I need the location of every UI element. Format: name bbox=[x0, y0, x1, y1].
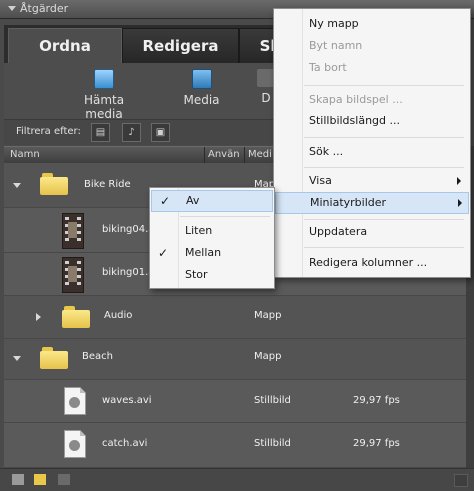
media-button[interactable]: Media bbox=[174, 69, 229, 107]
row-media-type: Mapp bbox=[254, 310, 282, 321]
trash-icon[interactable] bbox=[58, 474, 70, 485]
file-row-waves[interactable]: waves.avi Stillbild 29,97 fps bbox=[4, 380, 470, 423]
menu-item-new-folder[interactable]: Ny mapp bbox=[274, 14, 470, 34]
media-label: Media bbox=[183, 93, 220, 107]
row-name: biking04.a bbox=[102, 224, 155, 235]
folder-icon bbox=[62, 306, 90, 328]
column-used[interactable]: Använ bbox=[208, 149, 240, 160]
context-menu: Ny mapp Byt namn Ta bort Skapa bildspel … bbox=[273, 8, 471, 278]
checkmark-icon: ✓ bbox=[158, 246, 169, 260]
menu-item-delete[interactable]: Ta bort bbox=[274, 58, 470, 78]
media-icon bbox=[191, 69, 212, 89]
row-name: biking01.a bbox=[102, 267, 155, 278]
expand-triangle-icon[interactable] bbox=[13, 356, 21, 361]
row-media-type: Stillbild bbox=[254, 438, 291, 449]
folder-icon bbox=[40, 347, 68, 369]
column-name[interactable]: Namn bbox=[10, 149, 40, 160]
submenu-arrow-icon bbox=[457, 177, 461, 185]
menu-item-refresh[interactable]: Uppdatera bbox=[274, 222, 470, 242]
collapse-triangle-icon[interactable] bbox=[8, 6, 16, 11]
row-media-type: Stillbild bbox=[254, 395, 291, 406]
image-filter-icon[interactable]: ▣ bbox=[151, 123, 170, 142]
folder-row-audio[interactable]: Audio Mapp bbox=[4, 296, 470, 339]
still-image-icon bbox=[64, 387, 86, 415]
menu-item-edit-columns[interactable]: Redigera kolumner ... bbox=[274, 253, 470, 273]
tab-edit[interactable]: Redigera bbox=[122, 28, 239, 64]
row-name: catch.avi bbox=[102, 438, 148, 449]
get-media-label: Hämta media bbox=[83, 93, 125, 121]
menu-item-still-duration[interactable]: Stillbildslängd ... bbox=[274, 111, 470, 131]
menu-item-view[interactable]: Visa bbox=[274, 171, 470, 191]
audio-filter-icon[interactable]: ♪ bbox=[122, 123, 141, 142]
menu-item-create-slideshow[interactable]: Skapa bildspel ... bbox=[274, 90, 470, 110]
submenu-item-large[interactable]: Stor bbox=[150, 265, 274, 285]
submenu-item-small[interactable]: Liten bbox=[150, 221, 274, 241]
row-frame-rate: 29,97 fps bbox=[353, 438, 400, 449]
row-frame-rate: 29,97 fps bbox=[353, 395, 400, 406]
video-filter-icon[interactable]: ▤ bbox=[91, 123, 110, 142]
submenu-item-off[interactable]: ✓ Av bbox=[151, 190, 273, 212]
submenu-arrow-icon bbox=[458, 199, 462, 207]
thumbnails-submenu: ✓ Av Liten ✓ Mellan Stor bbox=[149, 187, 275, 289]
still-image-icon bbox=[64, 430, 86, 458]
video-thumbnail-icon bbox=[62, 213, 84, 249]
disc-label: D bbox=[261, 91, 271, 105]
new-item-icon[interactable] bbox=[12, 474, 24, 485]
folder-row-beach[interactable]: Beach Mapp bbox=[4, 339, 470, 380]
expand-triangle-icon[interactable] bbox=[13, 183, 21, 188]
row-name: Beach bbox=[82, 351, 113, 362]
tab-organize[interactable]: Ordna bbox=[8, 28, 122, 64]
row-name: waves.avi bbox=[102, 395, 152, 406]
submenu-item-medium[interactable]: ✓ Mellan bbox=[150, 243, 274, 263]
menu-item-thumbnails[interactable]: Miniatyrbilder bbox=[275, 192, 469, 214]
folder-icon bbox=[40, 173, 68, 195]
get-media-button[interactable]: Hämta media bbox=[64, 69, 144, 121]
row-name: Bike Ride bbox=[84, 179, 131, 190]
new-folder-icon[interactable] bbox=[34, 474, 46, 485]
panel-title: Åtgärder bbox=[20, 2, 69, 15]
filter-label: Filtrera efter: bbox=[16, 126, 81, 137]
row-media-type: Mapp bbox=[254, 351, 282, 362]
import-media-icon bbox=[94, 69, 114, 89]
resize-grip-icon[interactable] bbox=[454, 474, 468, 487]
menu-item-search[interactable]: Sök ... bbox=[274, 142, 470, 162]
file-row-catch[interactable]: catch.avi Stillbild 29,97 fps bbox=[4, 423, 470, 468]
checkmark-icon: ✓ bbox=[160, 194, 171, 208]
bottom-bar bbox=[0, 468, 474, 491]
row-name: Audio bbox=[104, 310, 133, 321]
collapse-triangle-icon[interactable] bbox=[36, 313, 41, 321]
video-thumbnail-icon bbox=[62, 257, 84, 293]
menu-item-rename[interactable]: Byt namn bbox=[274, 36, 470, 56]
column-media-type[interactable]: Medi bbox=[248, 149, 272, 160]
